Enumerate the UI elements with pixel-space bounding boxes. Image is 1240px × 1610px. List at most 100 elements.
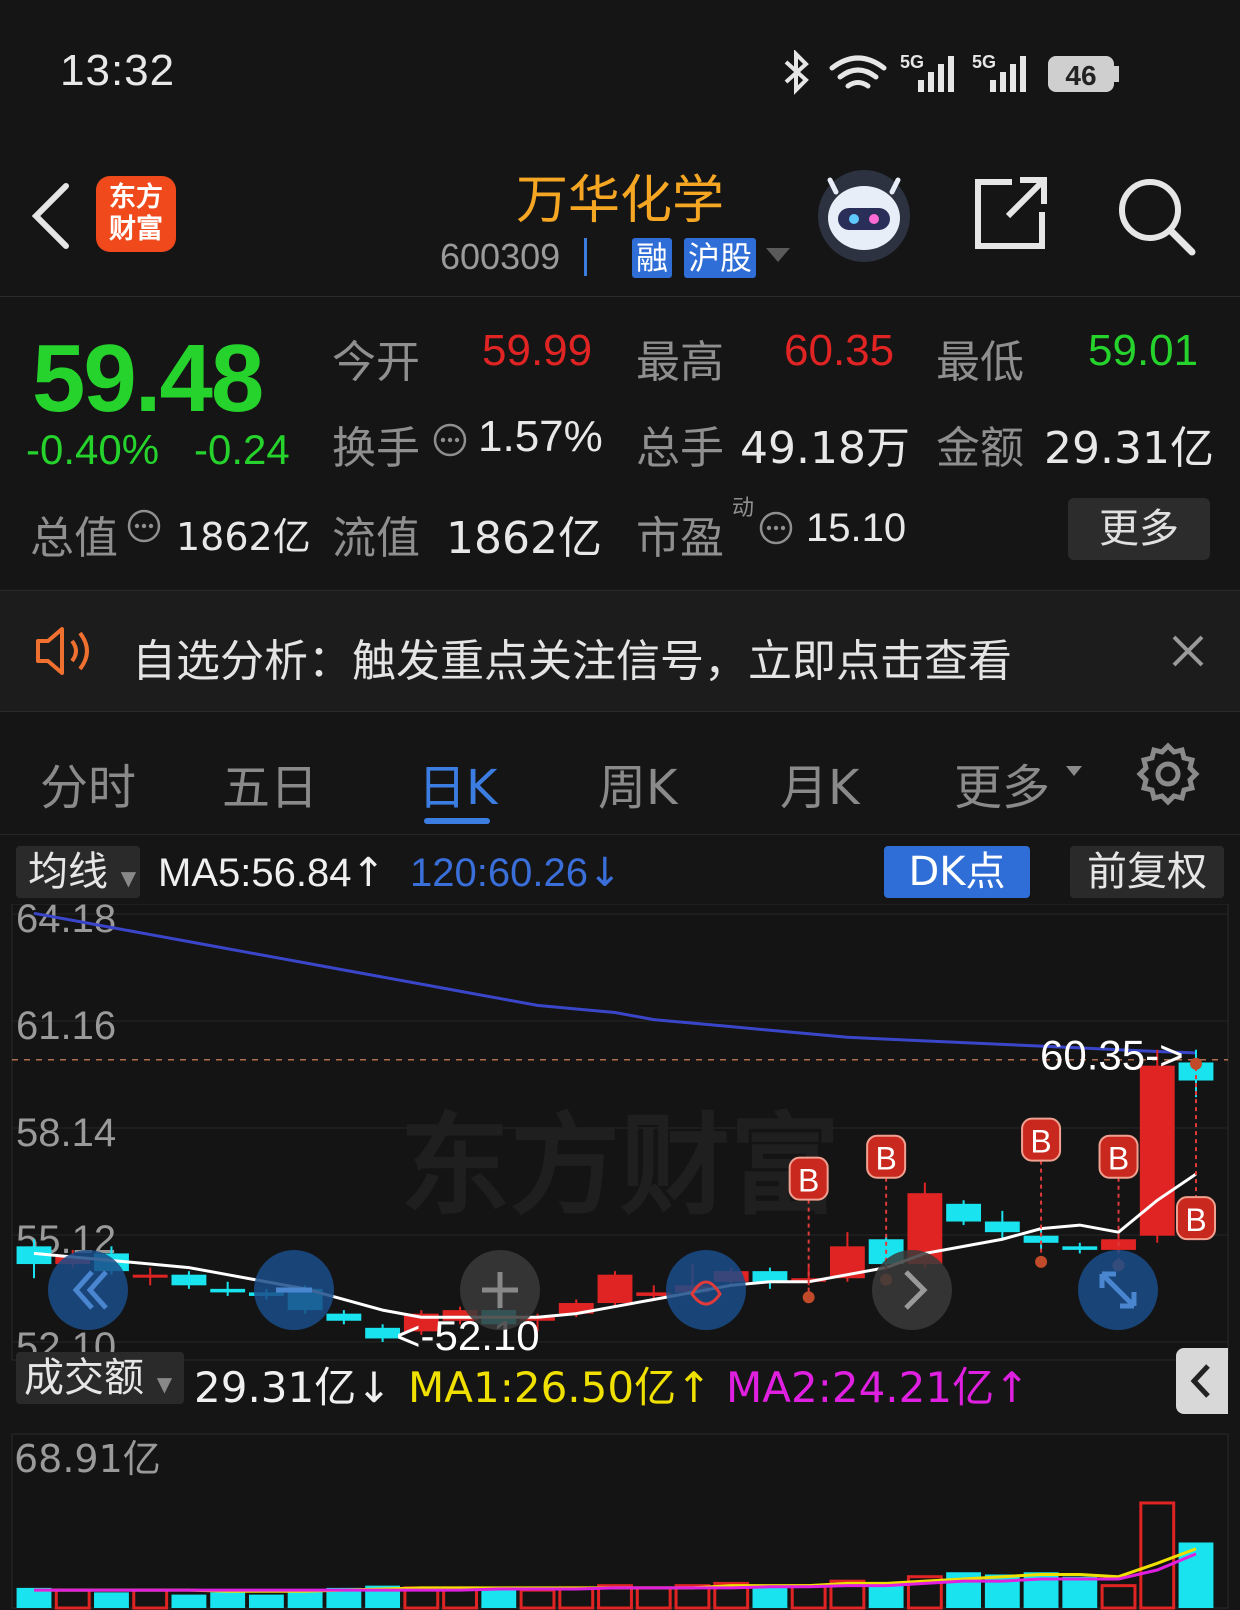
candle-body — [597, 1274, 633, 1304]
tab-weekly-k[interactable]: 周K — [598, 748, 677, 818]
gear-icon[interactable] — [1136, 742, 1200, 806]
tab-more[interactable]: 更多 — [954, 748, 1050, 818]
signal-dot — [1190, 1057, 1202, 1070]
pe-value: 15.10 — [806, 506, 907, 550]
kline-chart-area: 均线 ▼ MA5:56.84↑ 120:60.26↓ DK点 前复权 64.18… — [0, 836, 1240, 1610]
zoom-in-button[interactable] — [460, 1250, 540, 1330]
tab-active-indicator — [424, 818, 490, 824]
close-icon[interactable] — [1170, 633, 1206, 669]
quote-panel: 59.48 -0.40% -0.24 今开 59.99 最高 60.35 最低 … — [0, 296, 1240, 588]
pe-superscript: 动 — [732, 496, 755, 521]
mktcap-label: 总值 — [30, 513, 118, 564]
rewind-button[interactable] — [48, 1250, 128, 1330]
zoom-out-button[interactable] — [254, 1250, 334, 1330]
volume-bar — [248, 1594, 284, 1608]
candle-body — [171, 1274, 207, 1286]
signal-dot — [1035, 1255, 1048, 1268]
vol-ma1-indicator: MA1:26.50亿↑ — [408, 1354, 711, 1415]
amount-label: 金额 — [936, 423, 1024, 474]
vol-ma2-arrow: ↑ — [994, 1363, 1030, 1412]
more-button[interactable]: 更多 — [1068, 498, 1210, 560]
y-tick-label: 64.18 — [16, 904, 116, 941]
volume-bar — [481, 1590, 517, 1608]
ma5-indicator: MA5:56.84↑ — [158, 850, 385, 896]
tab-monthly-k[interactable]: 月K — [780, 748, 859, 818]
open-value: 59.99 — [482, 326, 593, 375]
collapse-panel-button[interactable] — [1176, 1348, 1228, 1414]
app-logo[interactable]: 东方 财富 — [96, 176, 176, 252]
volume-label: 总手 — [636, 423, 724, 474]
volume-bar — [210, 1592, 246, 1608]
text-cursor — [584, 238, 587, 276]
adjust-button[interactable]: 前复权 — [1070, 846, 1224, 898]
volume-select-label: 成交额 — [24, 1355, 144, 1401]
signal-label: B — [1185, 1202, 1206, 1238]
y-tick-label: 58.14 — [16, 1111, 116, 1155]
notice-bar[interactable]: 自选分析：触发重点关注信号，立即点击查看 — [0, 590, 1240, 712]
chevron-down-icon: ▼ — [156, 1372, 173, 1396]
vol-ma1-arrow: ↑ — [676, 1363, 712, 1412]
stock-code: 600309 — [440, 236, 561, 277]
info-dots-icon[interactable] — [126, 508, 162, 544]
dk-label: DK点 — [908, 849, 1006, 895]
robot-assistant-icon[interactable] — [816, 168, 912, 264]
turnover-label: 换手 — [332, 423, 420, 474]
volume-value: 49.18万 — [740, 423, 910, 474]
ma5-arrow: ↑ — [351, 850, 385, 896]
volume-value: 29.31亿 — [194, 1363, 357, 1412]
logo-line1: 东方 — [109, 182, 163, 213]
volume-select[interactable]: 成交额 ▼ — [16, 1352, 184, 1404]
amount-value: 29.31亿 — [1044, 423, 1214, 474]
candle-body — [752, 1271, 788, 1282]
ma-select-label: 均线 — [28, 849, 108, 895]
volume-bar — [752, 1587, 788, 1608]
fullscreen-button[interactable] — [1078, 1250, 1158, 1330]
tab-five-day[interactable]: 五日 — [222, 748, 318, 818]
bluetooth-icon — [784, 50, 809, 95]
notice-text[interactable]: 自选分析：触发重点关注信号，立即点击查看 — [132, 625, 1012, 689]
signal-dot — [802, 1291, 815, 1304]
float-label: 流值 — [332, 513, 420, 564]
ma120-arrow: ↓ — [587, 850, 622, 896]
y-tick-label: 61.16 — [16, 1004, 116, 1048]
candle-body — [365, 1327, 401, 1339]
ma120-indicator: 120:60.26↓ — [410, 850, 621, 896]
status-icons: 5G 5G 46 — [784, 50, 1119, 95]
info-dots-icon[interactable] — [758, 510, 794, 546]
vol-ma2-indicator: MA2:24.21亿↑ — [726, 1354, 1029, 1415]
stock-header: 东方 财富 万华化学 600309 融 沪股 — [0, 140, 1240, 297]
ma-select[interactable]: 均线 ▼ — [16, 846, 140, 898]
chevron-down-icon[interactable] — [1064, 764, 1084, 778]
period-tabs: 分时 五日 日K 周K 月K 更多 — [0, 712, 1240, 835]
battery-level: 46 — [1065, 60, 1096, 91]
volume-value-indicator: 29.31亿↓ — [194, 1354, 391, 1415]
kline-svg[interactable]: 64.1861.1658.1455.1252.10东方财富BB B BB60.35-… — [0, 904, 1240, 1610]
tab-intraday[interactable]: 分时 — [40, 748, 136, 818]
draw-button[interactable] — [666, 1250, 746, 1330]
chevron-down-icon: ▼ — [120, 866, 137, 890]
open-label: 今开 — [332, 337, 420, 388]
search-icon[interactable] — [1114, 174, 1198, 258]
share-icon[interactable] — [972, 176, 1052, 252]
watermark: 东方财富 — [400, 1102, 840, 1230]
low-value: 59.01 — [1088, 326, 1199, 375]
dropdown-triangle-icon[interactable] — [764, 244, 792, 264]
high-label: 最高 — [636, 337, 724, 388]
candle-body — [984, 1221, 1020, 1233]
signal-label: B — [1030, 1124, 1051, 1160]
turnover-value: 1.57% — [478, 412, 603, 461]
chevron-left-icon — [1190, 1364, 1210, 1398]
tab-daily-k[interactable]: 日K — [418, 748, 497, 818]
info-dots-icon[interactable] — [432, 422, 468, 458]
logo-line2: 财富 — [109, 214, 163, 245]
candle-body — [132, 1274, 168, 1278]
back-arrow-icon[interactable] — [28, 180, 72, 250]
stock-name: 万华化学 — [515, 171, 724, 231]
battery-icon: 46 — [1048, 56, 1119, 92]
change-percent: -0.40% — [26, 426, 160, 473]
speaker-icon — [36, 627, 89, 675]
signal-label: B — [875, 1141, 896, 1177]
next-button[interactable] — [872, 1250, 952, 1330]
tag-market: 沪股 — [684, 238, 757, 278]
dk-point-button[interactable]: DK点 — [884, 846, 1030, 898]
